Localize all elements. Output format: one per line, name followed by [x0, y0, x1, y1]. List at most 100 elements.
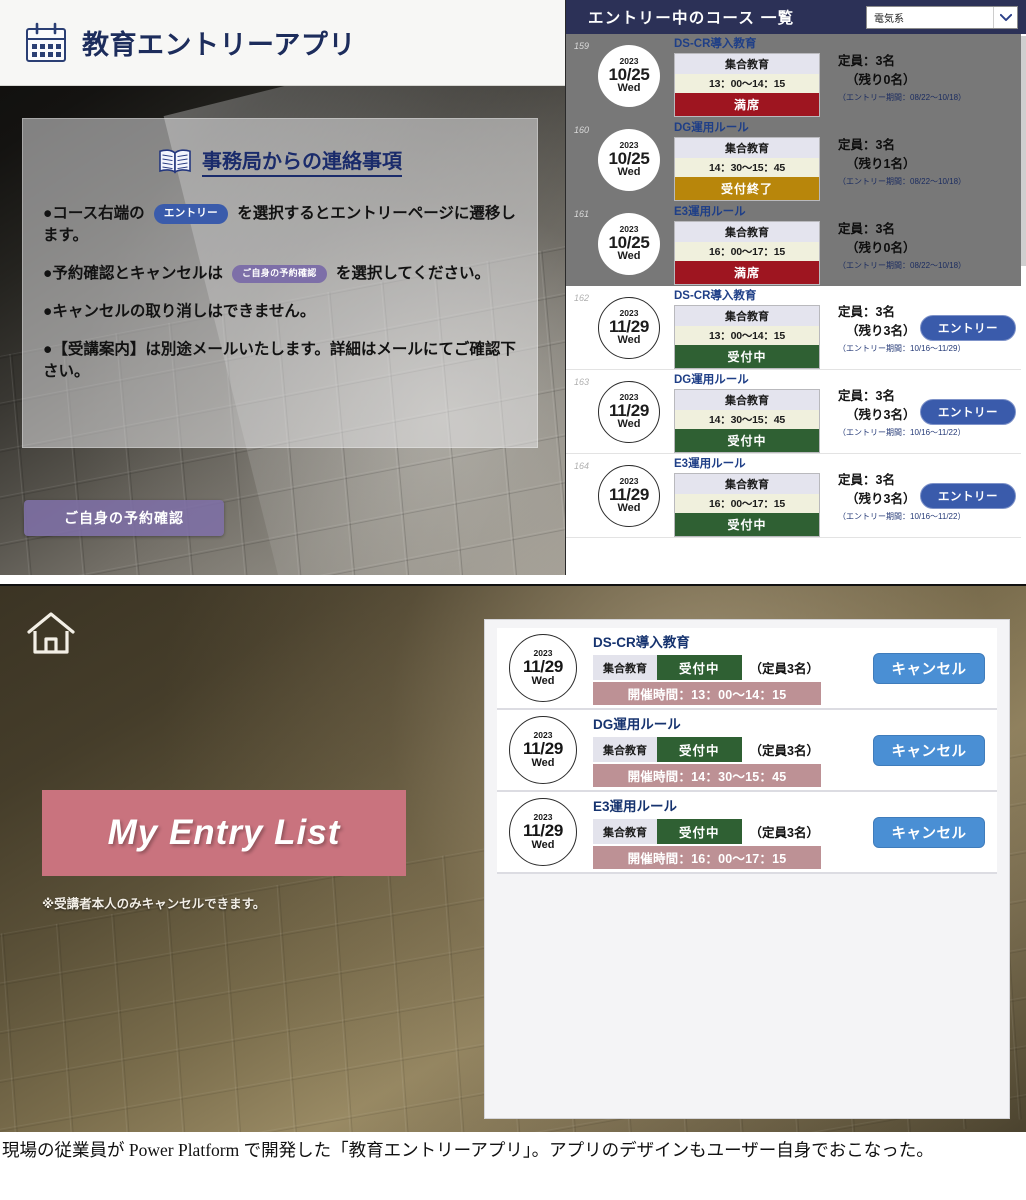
course-capacity-block: 定員：3名 （残り1名） （エントリー期間：08/22～10/18） — [838, 134, 966, 187]
course-entry-period: （エントリー期間：10/16～11/22） — [838, 428, 966, 437]
course-remaining: （残り3名） — [846, 492, 916, 506]
notice-card: 事務局からの連絡事項 ●コース右端の エントリー を選択するとエントリーページに… — [22, 118, 538, 448]
category-select-value: 電気系 — [874, 13, 904, 25]
course-row-id: 161 — [574, 209, 590, 219]
notice-title-text: 事務局からの連絡事項 — [202, 145, 402, 177]
entry-capacity: （定員3名） — [749, 826, 819, 840]
entry-button[interactable]: エントリー — [920, 398, 1016, 425]
notice-item: ●キャンセルの取り消しはできません。 — [43, 301, 517, 323]
course-list-scrollbar-thumb[interactable] — [1021, 36, 1026, 266]
entry-status-badge: 受付中 — [657, 655, 742, 680]
course-capacity-block: 定員：3名 （残り0名） （エントリー期間：08/22～10/18） — [838, 50, 967, 103]
course-type-chip: 集合教育 — [675, 54, 819, 74]
course-info: DG運用ルール 集合教育 14：30～15：45 受付中 — [674, 371, 824, 453]
notice-item: ●予約確認とキャンセルは ご自身の予約確認 を選択してください。 — [43, 263, 517, 285]
course-date-monthday: 11/29 — [608, 316, 650, 336]
course-date-badge: 2023 11/29 Wed — [598, 380, 660, 443]
notice-text-pre: ●キャンセルの取り消しはできません。 — [43, 303, 316, 320]
course-date-weekday: Wed — [617, 501, 641, 514]
chevron-down-icon[interactable] — [993, 6, 1017, 28]
course-time-chip: 13：00～14：15 — [675, 74, 819, 93]
entry-date-weekday: Wed — [531, 674, 555, 687]
course-capacity: 定員：3名 — [838, 53, 895, 68]
course-status-badge: 受付中 — [675, 344, 819, 368]
entry-info: DG運用ルール 集合教育 受付中 （定員3名） 開催時間：14：30～15：45 — [593, 713, 873, 787]
course-row: 162 2023 11/29 Wed DS-CR導入教育 集合教育 13：00～14：15 受… — [566, 286, 1026, 370]
entry-capacity: （定員3名） — [749, 744, 819, 758]
course-name: E3運用ルール — [674, 206, 746, 218]
entry-date-badge: 2023 11/29 Wed — [509, 634, 577, 702]
course-rows: 159 2023 10/25 Wed DS-CR導入教育 集合教育 13：00～14：15 満… — [566, 34, 1026, 538]
course-type-chip: 集合教育 — [675, 138, 819, 158]
course-entry-period: （エントリー期間：10/16～11/29） — [838, 344, 966, 353]
course-date-badge: 2023 10/25 Wed — [598, 129, 660, 191]
entry-info: DS-CR導入教育 集合教育 受付中 （定員3名） 開催時間：13：00～14：15 — [593, 631, 873, 705]
entry-date-monthday: 11/29 — [522, 656, 564, 676]
entry-date-monthday: 11/29 — [522, 820, 564, 840]
course-chip-stack: 集合教育 16：00～17：15 満席 — [674, 221, 820, 285]
my-entry-list-title: My Entry List — [107, 813, 341, 852]
course-list-header: エントリー中のコース 一覧 電気系 — [566, 0, 1026, 34]
entry-course-name: DG運用ルール — [593, 717, 681, 732]
course-type-chip: 集合教育 — [675, 222, 819, 242]
my-entry-list-title-banner: My Entry List — [42, 790, 406, 876]
course-name: DS-CR導入教育 — [674, 38, 757, 50]
entry-date-monthday: 11/29 — [522, 738, 564, 758]
course-type-chip: 集合教育 — [675, 305, 819, 326]
entry-date-badge: 2023 11/29 Wed — [509, 798, 577, 866]
category-select[interactable]: 電気系 — [866, 5, 1018, 29]
course-capacity-block: 定員：3名 （残り3名） （エントリー期間：10/16～11/29） — [838, 301, 966, 354]
entry-date-badge: 2023 11/29 Wed — [509, 716, 577, 784]
course-time-chip: 13：00～14：15 — [675, 325, 819, 345]
course-chip-stack: 集合教育 14：30～15：45 受付中 — [674, 388, 820, 453]
course-list-pane: エントリー中のコース 一覧 電気系 159 2023 10/25 Wed DS-CR導入… — [565, 0, 1026, 575]
course-date-weekday: Wed — [617, 333, 641, 346]
inline-myreservation-pill: ご自身の予約確認 — [232, 265, 327, 283]
cancel-button[interactable]: キャンセル — [873, 734, 985, 766]
course-list-title: エントリー中のコース 一覧 — [588, 10, 795, 27]
course-remaining: （残り1名） — [846, 156, 916, 171]
course-time-chip: 14：30～15：45 — [675, 158, 819, 177]
course-entry-period: （エントリー期間：08/22～10/18） — [838, 92, 967, 102]
course-capacity: 定員：3名 — [838, 221, 895, 236]
entry-type-chip: 集合教育 — [593, 655, 657, 680]
entry-button[interactable]: エントリー — [920, 482, 1016, 509]
course-chip-stack: 集合教育 14：30～15：45 受付終了 — [674, 137, 820, 201]
course-chip-stack: 集合教育 13：00～14：15 受付中 — [674, 304, 820, 369]
entry-course-name: E3運用ルール — [593, 799, 678, 814]
course-chip-stack: 集合教育 13：00～14：15 満席 — [674, 53, 820, 117]
course-entry-period: （エントリー期間：10/16～11/22） — [838, 512, 966, 521]
course-date-badge: 2023 11/29 Wed — [598, 464, 660, 527]
course-capacity-block: 定員：3名 （残り0名） （エントリー期間：08/22～10/18） — [838, 218, 967, 271]
course-date-weekday: Wed — [617, 250, 641, 263]
course-row-id: 160 — [574, 125, 590, 135]
course-info: DS-CR導入教育 集合教育 13：00～14：15 受付中 — [674, 287, 824, 369]
entry-status-badge: 受付中 — [657, 737, 742, 762]
course-remaining: （残り3名） — [846, 408, 916, 422]
home-icon[interactable] — [24, 608, 78, 658]
entry-course-name: DS-CR導入教育 — [593, 635, 690, 650]
course-row-id: 164 — [574, 461, 590, 471]
screenshot-page: 教育エントリーアプリ 事務局からの連絡事項 ●コース右端の エントリー を選択す… — [0, 0, 1026, 1200]
course-entry-period: （エントリー期間：08/22～10/18） — [838, 260, 967, 270]
my-entry-list-note: ※受講者本人のみキャンセルできます。 — [42, 897, 266, 911]
course-row-id: 162 — [574, 293, 590, 303]
notice-item: ●コース右端の エントリー を選択するとエントリーページに遷移します。 — [43, 203, 517, 247]
course-capacity: 定員：3名 — [838, 137, 895, 152]
calendar-icon — [24, 22, 68, 64]
course-row: 164 2023 11/29 Wed E3運用ルール 集合教育 16：00～17：15 受付中… — [566, 454, 1026, 538]
course-row: 160 2023 10/25 Wed DG運用ルール 集合教育 14：30～15：45 受付終… — [566, 118, 1026, 202]
course-row-id: 159 — [574, 41, 590, 51]
course-date-monthday: 10/25 — [608, 233, 650, 253]
cancel-button[interactable]: キャンセル — [873, 816, 985, 848]
my-reservation-button[interactable]: ご自身の予約確認 — [24, 500, 224, 536]
open-book-icon — [158, 148, 192, 174]
course-row-id: 163 — [574, 377, 590, 387]
course-time-chip: 14：30～15：45 — [675, 409, 819, 429]
cancel-button[interactable]: キャンセル — [873, 652, 985, 684]
entry-button[interactable]: エントリー — [920, 314, 1016, 341]
course-status-badge: 満席 — [675, 93, 819, 116]
entry-info: E3運用ルール 集合教育 受付中 （定員3名） 開催時間：16：00～17：15 — [593, 795, 873, 869]
notice-text-pre: ●【受講案内】は別途メールいたします。詳細はメールにてご確認下さい。 — [43, 341, 516, 380]
course-date-weekday: Wed — [617, 417, 641, 430]
